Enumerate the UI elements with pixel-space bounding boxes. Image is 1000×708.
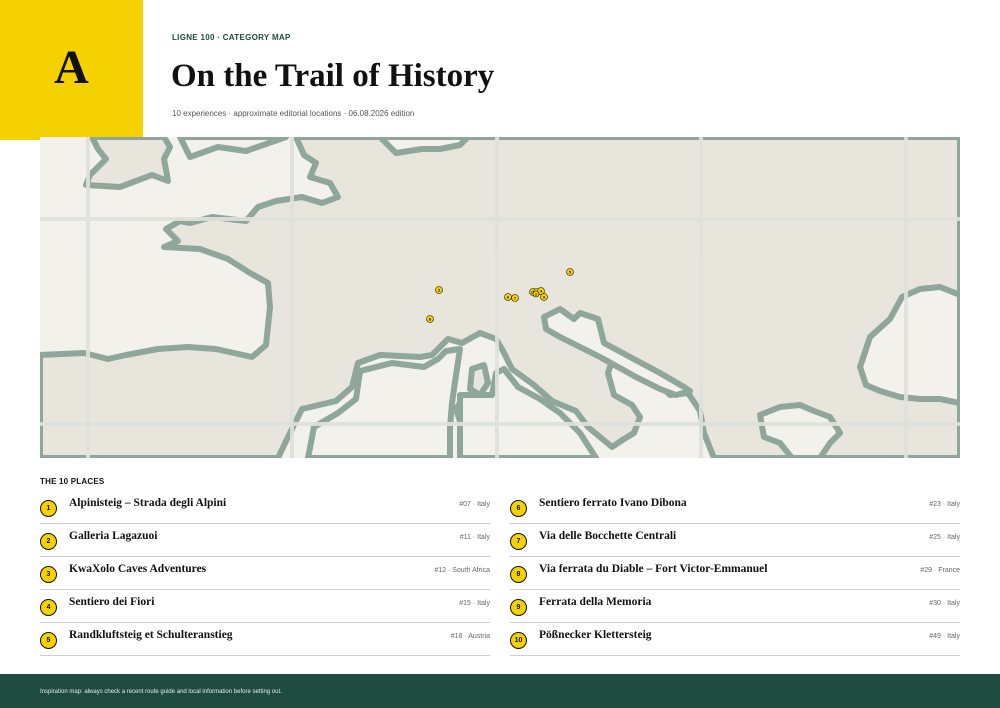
place-meta: #18 · Austria xyxy=(450,633,490,640)
place-name[interactable]: Alpinisteig – Strada degli Alpini xyxy=(69,497,226,509)
place-name[interactable]: Ferrata della Memoria xyxy=(539,596,651,608)
list-item[interactable]: 9 Ferrata della Memoria #30 · Italy xyxy=(510,591,960,623)
logo-letter: A xyxy=(54,40,89,94)
land-corsica xyxy=(467,362,491,398)
brand-logo: A xyxy=(0,0,143,140)
map-marker-7[interactable]: 7 xyxy=(511,294,519,302)
place-meta: #15 · Italy xyxy=(459,600,490,607)
place-name[interactable]: KwaXolo Caves Adventures xyxy=(69,563,206,575)
list-item[interactable]: 5 Randkluftsteig et Schulteranstieg #18 … xyxy=(40,624,490,656)
list-item[interactable]: 1 Alpinisteig – Strada degli Alpini #07 … xyxy=(40,492,490,524)
map-marker-3[interactable]: 3 xyxy=(435,286,443,294)
place-meta: #23 · Italy xyxy=(929,501,960,508)
map-marker-8[interactable]: 8 xyxy=(426,315,434,323)
list-item[interactable]: 7 Via delle Bocchette Centrali #25 · Ita… xyxy=(510,525,960,557)
place-meta: #12 · South Africa xyxy=(434,567,490,574)
page-subtitle: 10 experiences · approximate editorial l… xyxy=(172,109,415,118)
place-name[interactable]: Sentiero dei Fiori xyxy=(69,596,154,608)
place-name[interactable]: Pößnecker Klettersteig xyxy=(539,629,652,641)
place-name[interactable]: Via delle Bocchette Centrali xyxy=(539,530,676,542)
place-number-badge: 8 xyxy=(510,566,527,583)
place-meta: #29 · France xyxy=(920,567,960,574)
place-name[interactable]: Sentiero ferrato Ivano Dibona xyxy=(539,497,687,509)
footer-disclaimer: Inspiration map: always check a recent r… xyxy=(40,689,282,695)
map-panel[interactable]: 3 8 6 7 10 1 4 xyxy=(40,137,960,458)
place-meta: #07 · Italy xyxy=(459,501,490,508)
map-canvas[interactable]: 3 8 6 7 10 1 4 xyxy=(40,137,960,458)
list-item[interactable]: 10 Pößnecker Klettersteig #49 · Italy xyxy=(510,624,960,656)
list-item[interactable]: 4 Sentiero dei Fiori #15 · Italy xyxy=(40,591,490,623)
place-number-badge: 3 xyxy=(40,566,57,583)
place-meta: #25 · Italy xyxy=(929,534,960,541)
map-marker-5[interactable]: 5 xyxy=(566,268,574,276)
page-title: On the Trail of History xyxy=(171,58,495,94)
list-item[interactable]: 6 Sentiero ferrato Ivano Dibona #23 · It… xyxy=(510,492,960,524)
place-number-badge: 1 xyxy=(40,500,57,517)
list-item[interactable]: 8 Via ferrata du Diable – Fort Victor-Em… xyxy=(510,558,960,590)
place-number-badge: 9 xyxy=(510,599,527,616)
place-name[interactable]: Via ferrata du Diable – Fort Victor-Emma… xyxy=(539,563,767,575)
footer-bar: Inspiration map: always check a recent r… xyxy=(0,674,1000,708)
place-meta: #30 · Italy xyxy=(929,600,960,607)
map-marker-2[interactable]: 2 xyxy=(532,290,540,298)
place-number-badge: 7 xyxy=(510,533,527,550)
place-number-badge: 10 xyxy=(510,632,527,649)
kicker-label: LIGNE 100 · CATEGORY MAP xyxy=(172,33,291,42)
place-number-badge: 5 xyxy=(40,632,57,649)
list-item[interactable]: 2 Galleria Lagazuoi #11 · Italy xyxy=(40,525,490,557)
place-number-badge: 2 xyxy=(40,533,57,550)
place-number-badge: 6 xyxy=(510,500,527,517)
place-meta: #11 · Italy xyxy=(459,534,490,541)
places-list-left: 1 Alpinisteig – Strada degli Alpini #07 … xyxy=(40,492,490,657)
place-name[interactable]: Galleria Lagazuoi xyxy=(69,530,157,542)
places-list-heading: THE 10 PLACES xyxy=(40,477,105,486)
list-item[interactable]: 3 KwaXolo Caves Adventures #12 · South A… xyxy=(40,558,490,590)
map-marker-6[interactable]: 6 xyxy=(504,293,512,301)
place-name[interactable]: Randkluftsteig et Schulteranstieg xyxy=(69,629,233,641)
place-number-badge: 4 xyxy=(40,599,57,616)
map-marker-9[interactable]: 9 xyxy=(540,293,548,301)
places-list-right: 6 Sentiero ferrato Ivano Dibona #23 · It… xyxy=(510,492,960,657)
place-meta: #49 · Italy xyxy=(929,633,960,640)
